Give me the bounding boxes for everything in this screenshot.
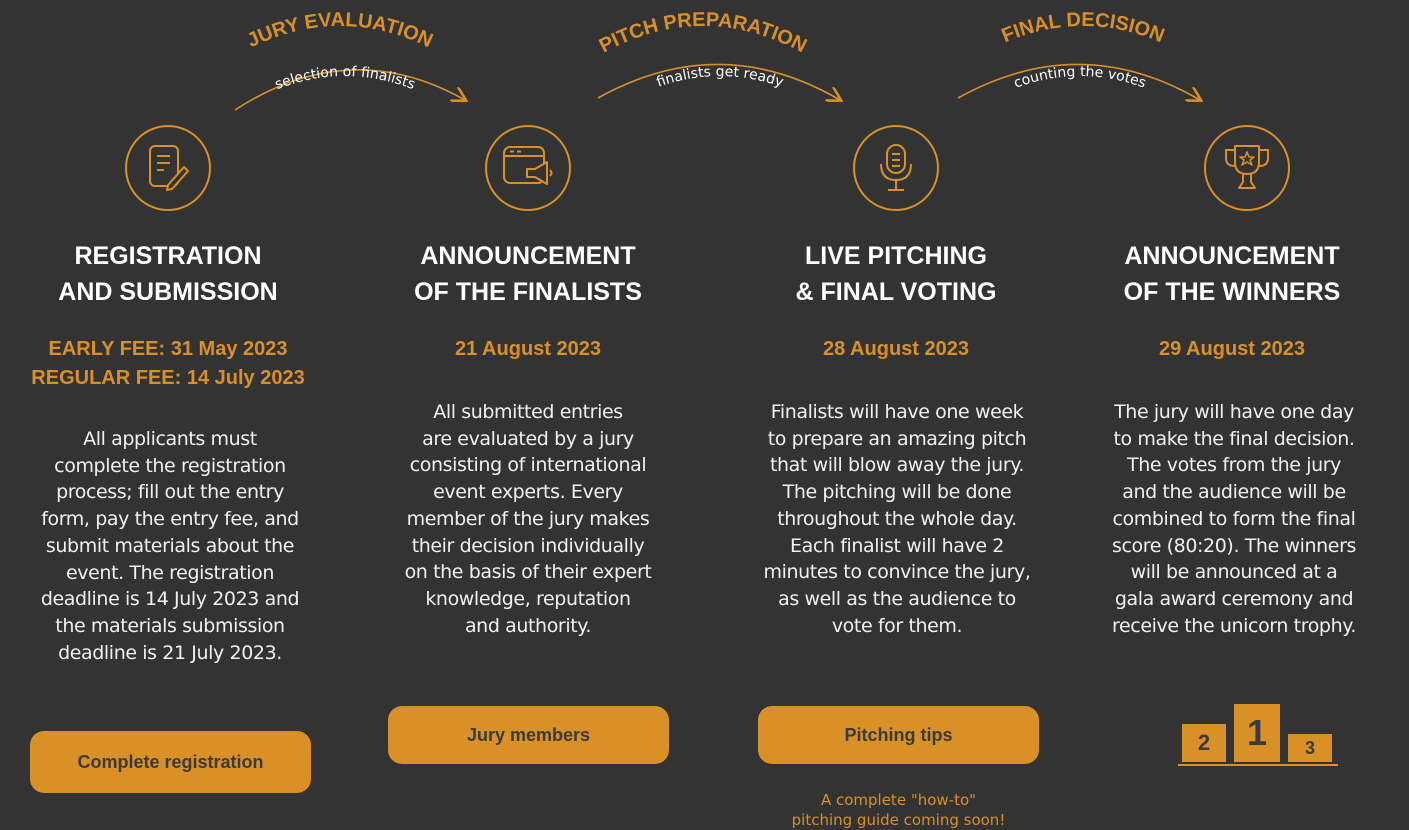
jury-members-button[interactable]: Jury members <box>388 706 669 764</box>
phase-label-2: PITCH PREPARATION <box>596 9 810 57</box>
phase-label-1: JURY EVALUATION <box>244 9 436 52</box>
svg-text:counting the votes: counting the votes <box>1012 64 1148 92</box>
step-2-body: All submitted entries are evaluated by a… <box>404 401 652 637</box>
svg-text:JURY EVALUATION: JURY EVALUATION <box>244 9 436 52</box>
step-3-date: 28 August 2023 <box>823 338 969 360</box>
microphone-icon <box>880 144 912 191</box>
step-4-title: ANNOUNCEMENT OF THE WINNERS <box>1123 242 1341 306</box>
step-3-body: Finalists will have one week to prepare … <box>763 401 1031 637</box>
phase-sub-1: selection of finalists <box>273 64 417 93</box>
step-3-icon-circle <box>853 125 939 211</box>
podium-base-line <box>1178 764 1338 766</box>
document-edit-icon <box>149 145 189 191</box>
phase-sub-3: counting the votes <box>1012 64 1148 92</box>
complete-registration-button[interactable]: Complete registration <box>30 731 311 793</box>
phase-arcs: JURY EVALUATION selection of finalists P… <box>234 9 1409 111</box>
step-4-date: 29 August 2023 <box>1159 338 1305 360</box>
step-1-body: All applicants must complete the registr… <box>40 428 300 664</box>
step-1-icon-circle <box>125 125 211 211</box>
podium-graphic: 2 1 3 <box>1178 700 1338 770</box>
svg-text:PITCH PREPARATION: PITCH PREPARATION <box>596 9 810 57</box>
browser-megaphone-icon <box>503 146 553 185</box>
step-4-icon-circle <box>1204 125 1290 211</box>
step-2-icon-circle <box>485 125 571 211</box>
step-3-title: LIVE PITCHING & FINAL VOTING <box>795 242 997 306</box>
svg-text:finalists get ready: finalists get ready <box>655 64 786 91</box>
phase-label-3: FINAL DECISION <box>999 9 1168 47</box>
step-2-date: 21 August 2023 <box>455 338 601 360</box>
svg-text:FINAL DECISION: FINAL DECISION <box>999 9 1168 47</box>
step-4-body: The jury will have one day to make the f… <box>1111 401 1357 637</box>
pitching-guide-note: A complete "how-to" pitching guide comin… <box>791 791 1006 829</box>
podium-third-place: 3 <box>1288 734 1332 762</box>
svg-text:selection of finalists: selection of finalists <box>273 64 417 93</box>
podium-first-place: 1 <box>1234 704 1280 762</box>
trophy-icon <box>1225 145 1269 189</box>
podium-second-place: 2 <box>1182 724 1226 762</box>
step-1-title: REGISTRATION AND SUBMISSION <box>58 242 278 306</box>
phase-sub-2: finalists get ready <box>655 64 786 91</box>
step-1-date: EARLY FEE: 31 May 2023 REGULAR FEE: 14 J… <box>31 338 305 389</box>
step-2-title: ANNOUNCEMENT OF THE FINALISTS <box>414 242 642 306</box>
pitching-tips-button[interactable]: Pitching tips <box>758 706 1039 764</box>
timeline-page: JURY EVALUATION selection of finalists P… <box>0 0 1409 830</box>
